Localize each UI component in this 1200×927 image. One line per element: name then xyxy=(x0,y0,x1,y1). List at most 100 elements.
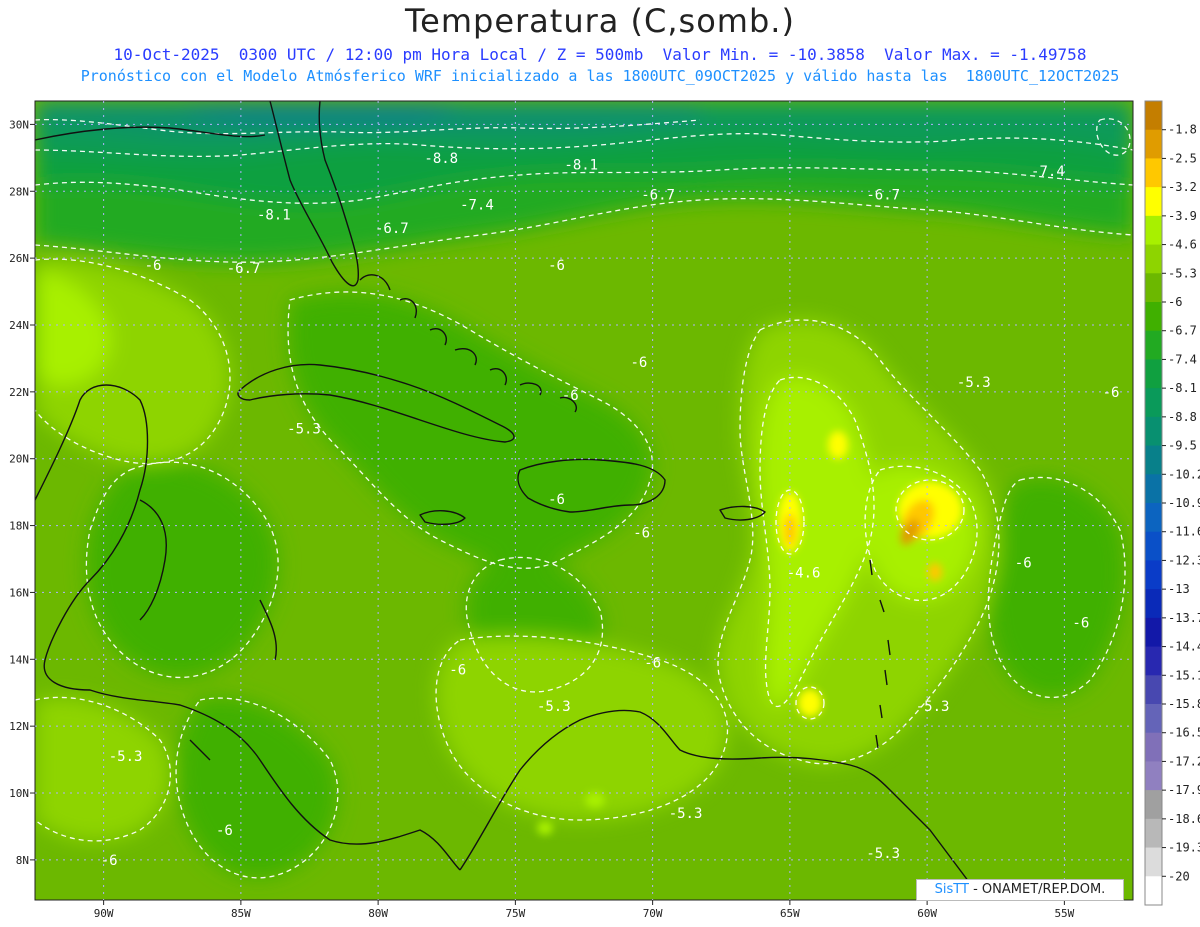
colorbar-swatch xyxy=(1145,158,1162,188)
colorbar-swatch xyxy=(1145,445,1162,475)
colorbar-swatch xyxy=(1145,330,1162,360)
colorbar-label: -13.7 xyxy=(1168,611,1200,625)
temperature-field xyxy=(35,101,1133,900)
contour-label: -5.3 xyxy=(109,749,143,765)
colorbar-label: -18.6 xyxy=(1168,812,1200,826)
lon-tick-label: 60W xyxy=(917,907,937,920)
lon-tick-label: 70W xyxy=(643,907,663,920)
contour-label: -6.7 xyxy=(375,221,409,237)
lat-tick-label: 18N xyxy=(9,520,29,533)
colorbar-label: -4.6 xyxy=(1168,238,1197,252)
contour-label: -6 xyxy=(1072,616,1089,632)
colorbar-label: -12.3 xyxy=(1168,553,1200,567)
map-title: Temperatura (C,somb.) xyxy=(405,2,795,40)
colorbar-label: -14.4 xyxy=(1168,640,1200,654)
colorbar-label: -13 xyxy=(1168,582,1190,596)
colorbar-swatch xyxy=(1145,244,1162,274)
colorbar-swatch xyxy=(1145,646,1162,676)
lon-tick-label: 80W xyxy=(368,907,388,920)
colorbar: -1.8 -2.5 -3.2 -3.9 -4.6 -5.3 -6 -6.7 -7.4 -8.1 -8… xyxy=(1144,100,1200,906)
colorbar-label: -6.7 xyxy=(1168,324,1197,338)
contour-label: -6 xyxy=(216,823,233,839)
colorbar-swatch xyxy=(1145,560,1162,590)
colorbar-label: -3.2 xyxy=(1168,180,1197,194)
credit-box: SisTT - ONAMET/REP.DOM. xyxy=(916,879,1124,901)
contour-label: -5.3 xyxy=(537,699,571,715)
contour-label: -7.4 xyxy=(460,198,494,214)
contour-label: -5.3 xyxy=(916,699,950,715)
colorbar-swatch xyxy=(1145,617,1162,648)
contour-label: -6 xyxy=(548,258,565,274)
contour-label: -6.7 xyxy=(227,261,261,277)
contour-label: -5.3 xyxy=(287,422,321,438)
colorbar-label: -2.5 xyxy=(1168,151,1197,165)
colorbar-swatch xyxy=(1145,847,1162,877)
colorbar-label: -6 xyxy=(1168,295,1182,309)
colorbar-label: -16.5 xyxy=(1168,726,1200,740)
lat-tick-label: 20N xyxy=(9,453,29,466)
contour-label: -6.7 xyxy=(641,188,675,204)
colorbar-swatch xyxy=(1145,704,1162,734)
contour-label: -6 xyxy=(630,355,647,371)
colorbar-label: -15.8 xyxy=(1168,697,1200,711)
lon-tick-label: 90W xyxy=(94,907,114,920)
contour-label: -6 xyxy=(145,258,162,274)
colorbar-label: -9.5 xyxy=(1168,439,1197,453)
colorbar-swatch xyxy=(1145,302,1162,332)
lat-tick-label: 10N xyxy=(9,787,29,800)
contour-label: -5.3 xyxy=(957,375,991,391)
credit-brand: SisTT xyxy=(934,882,969,897)
colorbar-swatch xyxy=(1145,761,1162,791)
lon-tick-label: 65W xyxy=(780,907,800,920)
colorbar-label: -1.8 xyxy=(1168,123,1197,137)
temperature-map: 8N 10N 12N 14N 16N 18N 20N 22N 24N 26N 28N 30N 90W 85… xyxy=(9,100,1200,920)
colorbar-label: -11.6 xyxy=(1168,525,1200,539)
lat-tick-label: 8N xyxy=(16,854,29,867)
colorbar-label: -7.4 xyxy=(1168,352,1197,366)
colorbar-label: -10.2 xyxy=(1168,467,1200,481)
contour-label: -8.1 xyxy=(564,158,598,174)
colorbar-swatch xyxy=(1145,187,1162,217)
colorbar-label: -19.3 xyxy=(1168,841,1200,855)
colorbar-swatch xyxy=(1145,503,1162,533)
lat-tick-label: 12N xyxy=(9,720,29,733)
colorbar-label: -17.9 xyxy=(1168,783,1200,797)
colorbar-swatch xyxy=(1145,474,1162,504)
colorbar-swatch xyxy=(1145,531,1162,561)
colorbar-swatch xyxy=(1145,589,1162,619)
colorbar-swatch xyxy=(1145,129,1162,159)
lon-tick-label: 85W xyxy=(231,907,251,920)
contour-label: -6 xyxy=(1103,385,1120,401)
contour-label: -6.7 xyxy=(866,188,900,204)
contour-label: -6 xyxy=(644,656,661,672)
colorbar-label: -8.8 xyxy=(1168,410,1197,424)
contour-label: -6 xyxy=(449,662,466,678)
lon-tick-label: 55W xyxy=(1054,907,1074,920)
contour-label: -5.3 xyxy=(669,806,703,822)
contour-label: -8.8 xyxy=(424,151,458,167)
colorbar-label: -8.1 xyxy=(1168,381,1197,395)
colorbar-swatch xyxy=(1145,732,1162,762)
lat-tick-label: 14N xyxy=(9,653,29,666)
contour-label: -7.4 xyxy=(1031,164,1065,180)
colorbar-label: -17.2 xyxy=(1168,754,1200,768)
lat-tick-label: 16N xyxy=(9,586,29,599)
lat-tick-label: 26N xyxy=(9,252,29,265)
colorbar-swatch xyxy=(1145,359,1162,389)
colorbar-swatch xyxy=(1145,876,1162,906)
contour-label: -6 xyxy=(548,492,565,508)
lat-tick-label: 24N xyxy=(9,319,29,332)
colorbar-label: -10.9 xyxy=(1168,496,1200,510)
colorbar-swatch xyxy=(1145,273,1162,303)
colorbar-label: -20 xyxy=(1168,869,1190,883)
colorbar-swatch xyxy=(1145,818,1162,849)
colorbar-swatch xyxy=(1145,675,1162,705)
contour-label: -4.6 xyxy=(787,565,821,581)
contour-label: -6 xyxy=(101,853,118,869)
colorbar-label: -3.9 xyxy=(1168,209,1197,223)
lat-tick-label: 30N xyxy=(9,118,29,131)
lat-tick-label: 28N xyxy=(9,185,29,198)
contour-label: -6 xyxy=(562,388,579,404)
colorbar-swatch xyxy=(1145,215,1162,246)
contour-label: -6 xyxy=(1015,555,1032,571)
